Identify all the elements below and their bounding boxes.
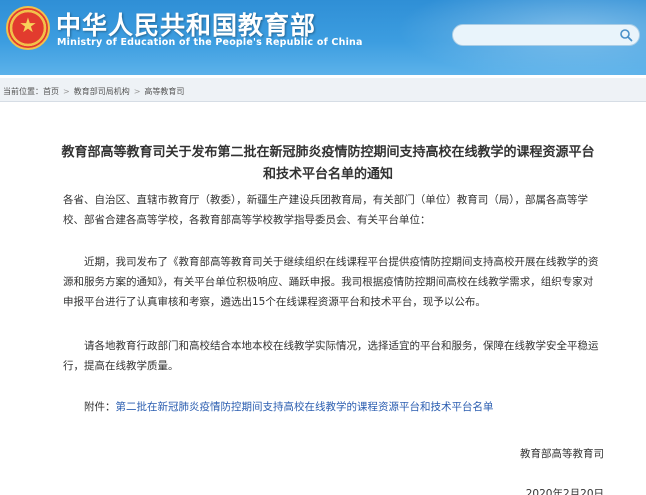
breadcrumb-item-higher-education[interactable]: 高等教育司 (144, 86, 184, 97)
breadcrumb-item-departments[interactable]: 教育部司局机构 (74, 86, 130, 97)
attachment-label: 附件： (84, 401, 116, 413)
article-paragraph-body: 近期，我司发布了《教育部高等教育司关于继续组织在线课程平台提供疫情防控期间支持高… (63, 256, 599, 308)
breadcrumb-separator: > (133, 87, 141, 96)
site-header: ★ 中华人民共和国教育部 Ministry of Education of th… (0, 0, 646, 75)
breadcrumb-item-home[interactable]: 首页 (43, 86, 59, 97)
national-emblem-icon[interactable]: ★ (6, 6, 50, 50)
breadcrumb: 当前位置：首页 > 教育部司局机构 > 高等教育司 (0, 78, 646, 102)
article-date: 2020年2月20日 (525, 488, 604, 495)
article-signature: 教育部高等教育司 (520, 448, 604, 460)
breadcrumb-separator: > (63, 87, 70, 96)
attachment: 附件：第二批在新冠肺炎疫情防控期间支持高校在线教学的课程资源平台和技术平台名单 (84, 399, 494, 414)
search-input[interactable] (461, 27, 611, 43)
article-paragraph-request: 请各地教育行政部门和高校结合本地本校在线教学实际情况，选择适宜的平台和服务，保障… (63, 340, 599, 372)
breadcrumb-prefix: 当前位置： (3, 87, 43, 96)
site-title-en: Ministry of Education of the People's Re… (57, 37, 363, 48)
article: 教育部高等教育司关于发布第二批在新冠肺炎疫情防控期间支持高校在线教学的课程资源平… (0, 104, 646, 495)
search-box (452, 24, 640, 46)
article-title: 教育部高等教育司关于发布第二批在新冠肺炎疫情防控期间支持高校在线教学的课程资源平… (61, 145, 595, 182)
article-paragraph-salutation: 各省、自治区、直辖市教育厅（教委），新疆生产建设兵团教育局，有关部门（单位）教育… (63, 194, 588, 226)
search-icon[interactable] (619, 28, 633, 42)
attachment-link[interactable]: 第二批在新冠肺炎疫情防控期间支持高校在线教学的课程资源平台和技术平台名单 (116, 401, 494, 413)
